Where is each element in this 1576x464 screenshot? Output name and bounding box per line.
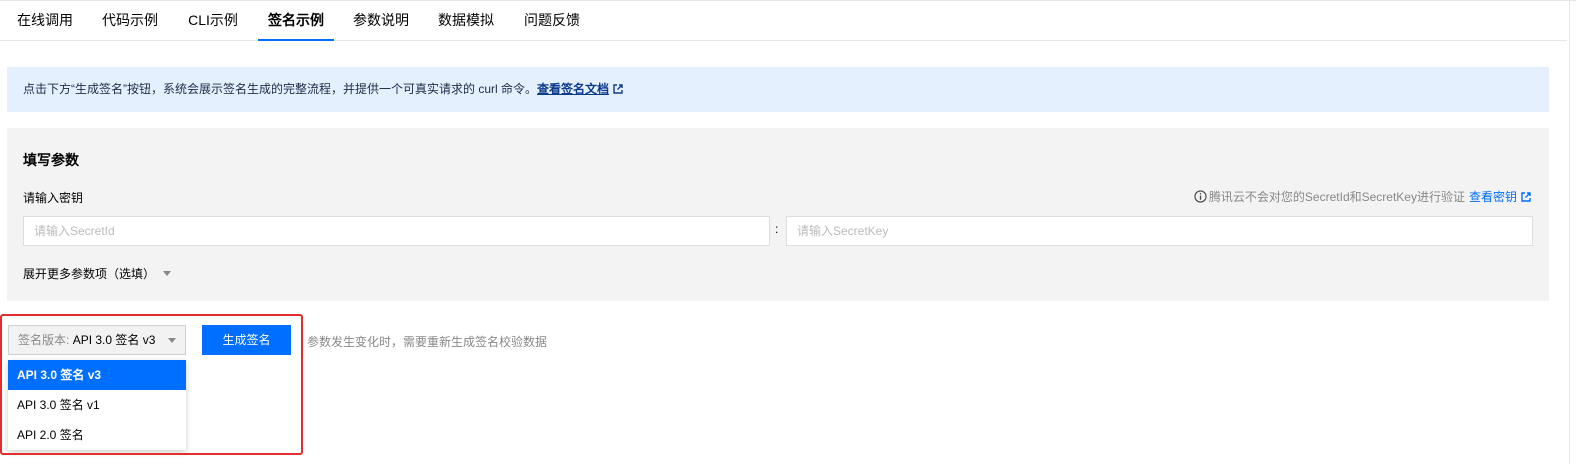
tab-cli-example[interactable]: CLI示例 [180,1,246,41]
info-notice: 点击下方“生成签名”按钮，系统会展示签名生成的完整流程，并提供一个可真实请求的 … [7,67,1549,112]
secret-id-input[interactable] [23,216,770,246]
input-separator: : [775,222,779,236]
expand-more-params[interactable]: 展开更多参数项（选填） [23,265,172,282]
version-option-api2[interactable]: API 2.0 签名 [8,420,186,450]
version-prefix: 签名版本: [18,333,70,347]
tab-online-call[interactable]: 在线调用 [8,1,82,41]
version-option-api3-v1[interactable]: API 3.0 签名 v1 [8,390,186,420]
signature-doc-link-label: 查看签名文档 [537,82,610,96]
tab-data-mock[interactable]: 数据模拟 [429,1,503,41]
right-divider [1569,0,1570,464]
external-link-icon [613,84,623,94]
regenerate-tip: 参数发生变化时，需要重新生成签名校验数据 [307,335,548,349]
hint-text: 腾讯云不会对您的SecretId和SecretKey进行验证 [1208,190,1465,204]
tab-feedback[interactable]: 问题反馈 [515,1,589,41]
panel-title: 填写参数 [23,152,79,168]
notice-text: 点击下方“生成签名”按钮，系统会展示签名生成的完整流程，并提供一个可真实请求的 … [23,82,537,96]
chevron-down-icon [163,271,172,276]
secret-label: 请输入密钥 [23,191,84,205]
chevron-down-icon [168,338,176,343]
signature-doc-link[interactable]: 查看签名文档 [537,82,623,96]
expand-label: 展开更多参数项（选填） [23,267,156,281]
secret-key-input[interactable] [786,216,1533,246]
tab-signature-example[interactable]: 签名示例 [258,1,334,41]
params-panel: 填写参数 请输入密钥 腾讯云不会对您的SecretId和SecretKey进行验… [7,128,1549,301]
view-secret-link-label: 查看密钥 [1468,190,1517,204]
info-icon [1194,190,1207,203]
secret-hint: 腾讯云不会对您的SecretId和SecretKey进行验证 查看密钥 [1194,188,1531,205]
tab-code-example[interactable]: 代码示例 [93,1,167,41]
external-link-icon [1521,192,1531,202]
tab-bar: 在线调用 代码示例 CLI示例 签名示例 参数说明 数据模拟 问题反馈 [0,1,1567,41]
version-selected: API 3.0 签名 v3 [72,333,156,347]
generate-signature-button[interactable]: 生成签名 [202,325,291,355]
tab-parameter-doc[interactable]: 参数说明 [344,1,418,41]
version-dropdown: API 3.0 签名 v3 API 3.0 签名 v1 API 2.0 签名 [8,360,186,450]
signature-version-select[interactable]: 签名版本: API 3.0 签名 v3 [8,325,186,355]
version-option-api3-v3[interactable]: API 3.0 签名 v3 [8,360,186,390]
view-secret-link[interactable]: 查看密钥 [1469,188,1531,205]
